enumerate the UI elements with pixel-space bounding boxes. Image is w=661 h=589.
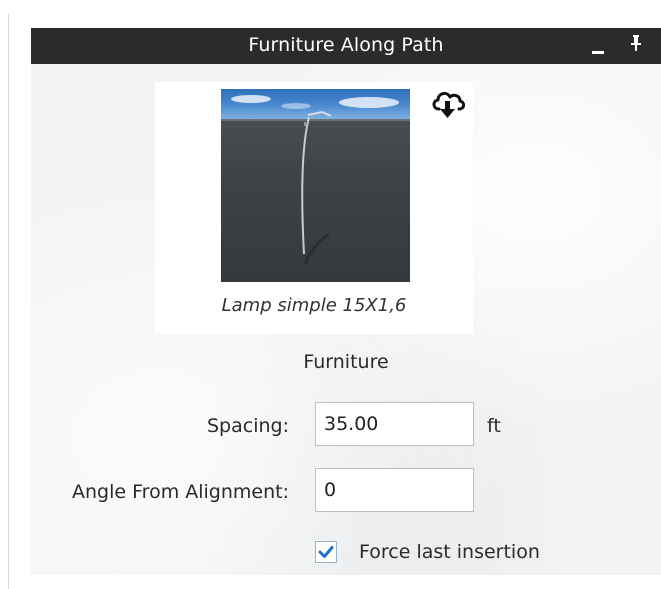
- force-last-insertion-label[interactable]: Force last insertion: [359, 541, 540, 563]
- panel-title-bar: Furniture Along Path: [31, 28, 661, 64]
- window-left-border: [8, 14, 9, 589]
- angle-from-alignment-input[interactable]: [315, 468, 474, 512]
- pin-icon: [631, 35, 641, 51]
- panel-title: Furniture Along Path: [248, 34, 444, 56]
- furniture-caption: Lamp simple 15X1,6: [221, 295, 407, 316]
- force-last-insertion-checkbox[interactable]: [315, 541, 337, 563]
- lamp-post-drawing: [221, 110, 410, 265]
- cloud-download-icon: [432, 91, 466, 118]
- pin-button[interactable]: [627, 31, 645, 57]
- furniture-section-label: Furniture: [303, 351, 389, 373]
- lamp-preview-image: [221, 89, 410, 282]
- furniture-along-path-panel: Furniture Along Path Lamp simple 15X1,6 …: [31, 28, 661, 575]
- furniture-preview-card[interactable]: Lamp simple 15X1,6: [155, 82, 473, 334]
- spacing-input[interactable]: [315, 402, 474, 446]
- minimize-button[interactable]: [587, 32, 609, 58]
- angle-from-alignment-label: Angle From Alignment:: [72, 481, 289, 503]
- spacing-label: Spacing:: [207, 415, 289, 437]
- spacing-unit: ft: [487, 415, 501, 437]
- checkmark-icon: [318, 546, 334, 558]
- minimize-icon: [592, 51, 604, 54]
- download-button[interactable]: [430, 88, 466, 120]
